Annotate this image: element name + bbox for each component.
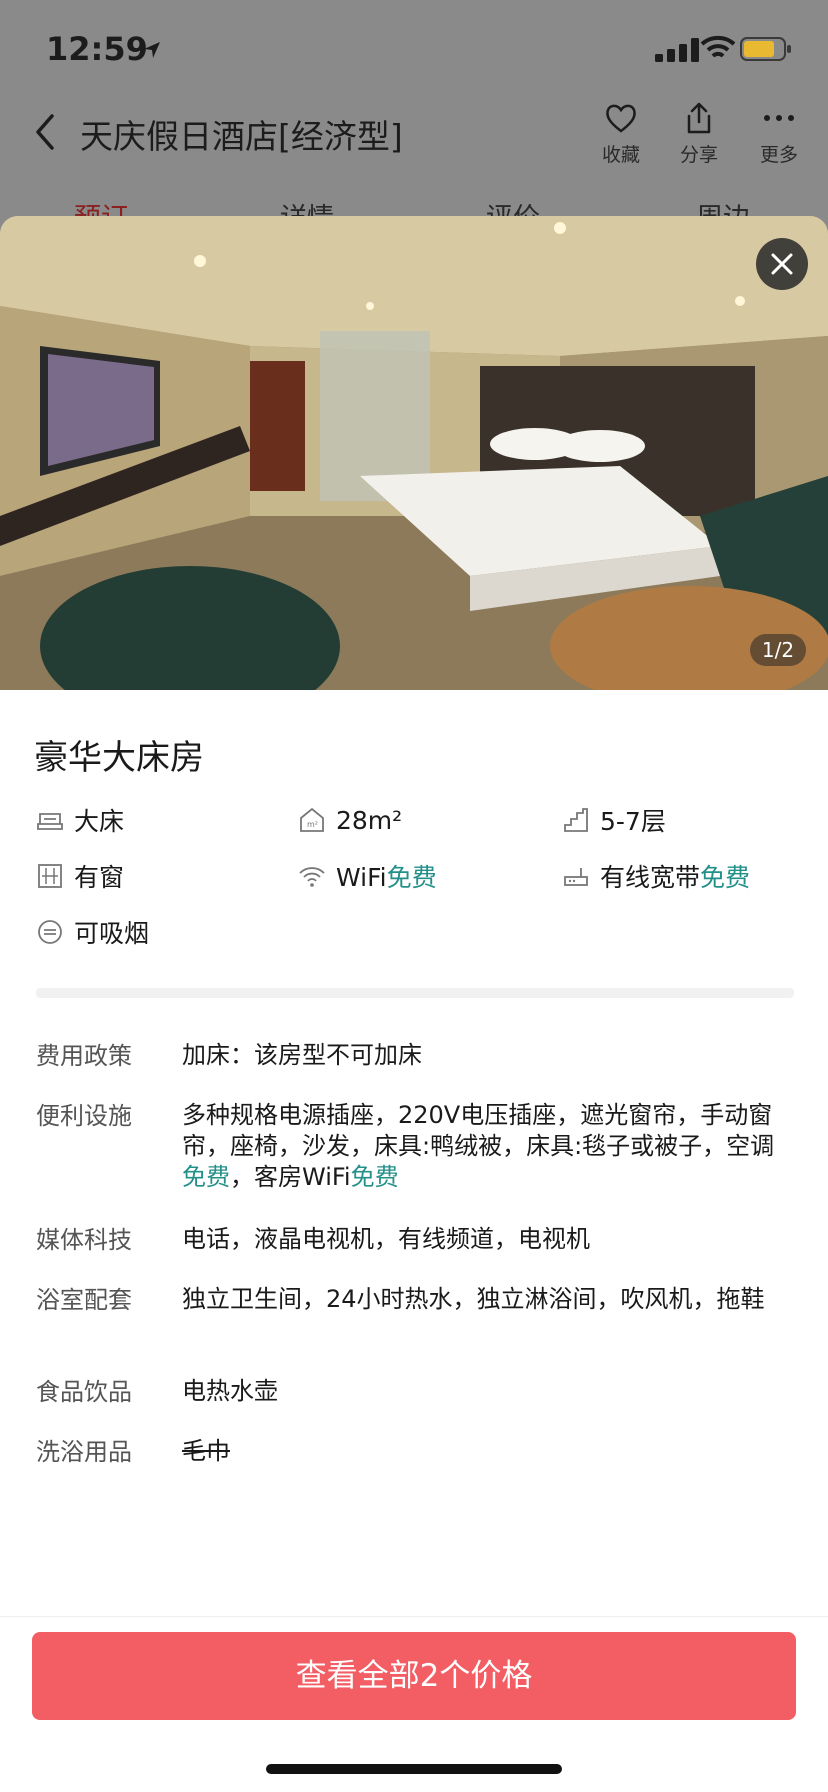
close-icon	[771, 253, 793, 275]
policy-amenities-label: 便利设施	[36, 1102, 132, 1130]
feature-wifi: WiFi免费	[298, 858, 437, 894]
background-page: 12:59 天庆假日酒店[经济型] 收藏 分享 更多	[0, 0, 828, 230]
amenities-text-a: 多种规格电源插座，220V电压插座，遮光窗帘，手动窗帘，座椅，沙发，床具:鸭绒被…	[182, 1101, 775, 1160]
room-name: 豪华大床房	[34, 738, 204, 778]
feature-broadband-text: 有线宽带免费	[600, 858, 750, 894]
policy-row-amenities: 便利设施 多种规格电源插座，220V电压插座，遮光窗帘，手动窗帘，座椅，沙发，床…	[36, 1100, 796, 1193]
wifi-status-icon	[700, 35, 736, 58]
stairs-icon	[564, 808, 588, 832]
window-icon	[38, 864, 62, 888]
favorite-label: 收藏	[601, 144, 640, 166]
policy-bathroom-value: 独立卫生间，24小时热水，独立淋浴间，吹风机，拖鞋	[182, 1285, 765, 1313]
view-all-prices-button[interactable]: 查看全部2个价格	[32, 1632, 796, 1720]
feature-area-text: 28m²	[336, 805, 403, 835]
feature-floor-text: 5-7层	[600, 807, 666, 836]
amenities-free-a: 免费	[182, 1163, 230, 1191]
room-photo-illustration	[0, 216, 828, 690]
policy-media-value: 电话，液晶电视机，有线频道，电视机	[182, 1225, 590, 1253]
favorite-button[interactable]: 收藏	[586, 100, 656, 170]
feature-area: m² 28m²	[298, 802, 402, 838]
policy-media-label: 媒体科技	[36, 1226, 132, 1254]
section-divider	[36, 988, 794, 998]
status-bar: 12:59	[0, 0, 828, 90]
share-label: 分享	[679, 144, 718, 166]
feature-window-text: 有窗	[74, 863, 125, 892]
svg-text:m²: m²	[307, 820, 318, 829]
share-button[interactable]: 分享	[664, 100, 734, 170]
policy-row-toiletries: 洗浴用品 毛巾	[36, 1436, 796, 1468]
photo-counter: 1/2	[750, 634, 806, 666]
policy-amenities-value: 多种规格电源插座，220V电压插座，遮光窗帘，手动窗帘，座椅，沙发，床具:鸭绒被…	[182, 1100, 796, 1193]
hotel-title: 天庆假日酒店[经济型]	[80, 117, 403, 156]
wifi-icon	[299, 867, 325, 887]
amenities-free-b: 免费	[350, 1163, 399, 1191]
policy-food-value: 电热水壶	[182, 1377, 278, 1405]
broadband-free-badge: 免费	[700, 863, 751, 892]
feature-smoking-text: 可吸烟	[74, 919, 150, 948]
feature-wifi-text: WiFi免费	[336, 858, 437, 894]
home-indicator	[266, 1764, 562, 1774]
broadband-label: 有线宽带	[600, 863, 701, 892]
policy-row-media: 媒体科技 电话，液晶电视机，有线频道，电视机	[36, 1224, 796, 1256]
feature-window: 有窗	[36, 858, 124, 894]
battery-icon	[740, 37, 791, 61]
policy-bathroom-label: 浴室配套	[36, 1286, 132, 1314]
wifi-free-badge: 免费	[386, 863, 437, 892]
room-detail-sheet: 1/2 豪华大床房 大床 m² 28m² 5-7层 有窗 WiFi免费 有线宽带…	[0, 216, 828, 1792]
amenities-text-b: ，客房WiFi	[230, 1163, 351, 1191]
close-button[interactable]	[756, 238, 808, 290]
smoking-icon	[38, 920, 62, 944]
feature-bed: 大床	[36, 802, 124, 838]
policy-fee-label: 费用政策	[36, 1042, 132, 1070]
location-arrow-icon	[144, 42, 160, 58]
back-chevron-icon[interactable]	[30, 112, 60, 152]
status-time: 12:59	[46, 30, 148, 68]
policy-row-bathroom: 浴室配套 独立卫生间，24小时热水，独立淋浴间，吹风机，拖鞋	[36, 1284, 796, 1316]
bed-icon	[37, 813, 63, 830]
feature-bed-text: 大床	[74, 807, 125, 836]
room-photo[interactable]: 1/2	[0, 216, 828, 690]
cellular-signal-icon	[655, 38, 699, 62]
more-dots-icon	[764, 115, 794, 121]
top-navigation: 天庆假日酒店[经济型] 收藏 分享 更多	[0, 100, 828, 180]
footer-divider	[0, 1616, 828, 1617]
feature-broadband: 有线宽带免费	[562, 858, 750, 894]
router-icon	[564, 868, 588, 886]
feature-smoking: 可吸烟	[36, 914, 149, 950]
share-icon	[687, 102, 711, 134]
policy-row-food: 食品饮品 电热水壶	[36, 1376, 796, 1408]
area-house-icon: m²	[300, 807, 324, 832]
policy-food-label: 食品饮品	[36, 1378, 132, 1406]
policy-toiletries-value: 毛巾	[182, 1437, 230, 1465]
heart-icon	[606, 104, 636, 133]
more-label: 更多	[759, 144, 798, 166]
more-button[interactable]: 更多	[744, 100, 814, 170]
wifi-label: WiFi	[336, 863, 387, 892]
feature-floor: 5-7层	[562, 802, 666, 838]
policy-fee-value: 加床：该房型不可加床	[182, 1041, 422, 1069]
policy-toiletries-label: 洗浴用品	[36, 1438, 132, 1466]
policy-row-fee: 费用政策 加床：该房型不可加床	[36, 1040, 796, 1072]
